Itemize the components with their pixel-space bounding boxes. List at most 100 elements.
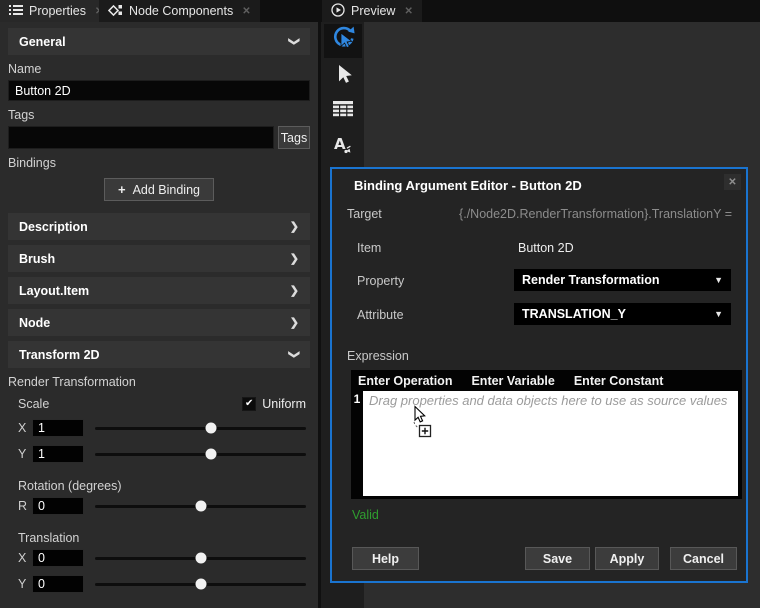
section-node-label: Node — [19, 316, 50, 330]
translation-x-input[interactable] — [32, 549, 84, 567]
cancel-button[interactable]: Cancel — [670, 547, 737, 570]
properties-icon — [9, 4, 23, 19]
translation-label: Translation — [18, 531, 310, 545]
close-icon[interactable]: ✕ — [404, 6, 412, 17]
section-general-label: General — [19, 35, 66, 49]
expression-text-area[interactable]: Drag properties and data objects here to… — [363, 391, 738, 496]
dialog-close-button[interactable]: ✕ — [724, 174, 741, 190]
slider-thumb[interactable] — [206, 449, 217, 460]
rotation-r-input[interactable] — [32, 497, 84, 515]
tab-properties[interactable]: Properties ✕ — [0, 0, 112, 22]
translation-y-input[interactable] — [32, 575, 84, 593]
scale-x-label: X — [18, 421, 32, 435]
interaction-cursor-icon — [331, 25, 355, 57]
name-label: Name — [8, 62, 310, 76]
scale-x-input[interactable] — [32, 419, 84, 437]
uniform-checkbox[interactable]: ✔ — [242, 397, 256, 411]
apply-button[interactable]: Apply — [595, 547, 659, 570]
translation-x-row: X — [18, 549, 310, 567]
section-transform-2d[interactable]: Transform 2D ❯ — [8, 341, 310, 368]
grid-icon — [332, 100, 354, 122]
tags-button[interactable]: Tags — [278, 126, 310, 149]
scale-x-row: X — [18, 419, 310, 437]
preview-play-icon — [331, 3, 345, 20]
chevron-right-icon: ❯ — [290, 284, 299, 297]
uniform-label: Uniform — [262, 397, 306, 411]
slider-thumb[interactable] — [195, 579, 206, 590]
validation-status: Valid — [352, 508, 379, 522]
attribute-dropdown[interactable]: TRANSLATION_Y ▼ — [514, 303, 731, 325]
translation-y-slider[interactable] — [95, 583, 306, 586]
scale-label: Scale — [18, 397, 49, 411]
scale-x-slider[interactable] — [95, 427, 306, 430]
save-button[interactable]: Save — [525, 547, 590, 570]
expression-body: 1 Drag properties and data objects here … — [351, 391, 742, 496]
scale-y-slider[interactable] — [95, 453, 306, 456]
tab-node-components-label: Node Components — [129, 4, 233, 18]
property-dropdown-value: Render Transformation — [522, 273, 660, 287]
property-dropdown[interactable]: Render Transformation ▼ — [514, 269, 731, 291]
line-number: 1 — [351, 391, 363, 496]
slider-thumb[interactable] — [206, 423, 217, 434]
svg-text:A: A — [334, 135, 346, 153]
render-transformation-label: Render Transformation — [8, 375, 310, 389]
rotation-r-row: R — [18, 497, 310, 515]
text-analyze-tool[interactable]: A — [324, 129, 362, 163]
target-label: Target — [347, 207, 382, 221]
name-input[interactable] — [8, 80, 310, 101]
tags-row: Tags — [8, 126, 310, 149]
select-tool[interactable] — [324, 59, 362, 93]
uniform-option[interactable]: ✔ Uniform — [242, 397, 306, 411]
tab-node-components[interactable]: Node Components ✕ — [99, 0, 260, 22]
section-layout-item-label: Layout.Item — [19, 284, 89, 298]
tab-preview[interactable]: Preview ✕ — [322, 0, 422, 22]
section-layout-item[interactable]: Layout.Item ❯ — [8, 277, 310, 304]
arrow-cursor-icon — [333, 63, 353, 90]
grid-tool[interactable] — [324, 94, 362, 128]
tab-preview-label: Preview — [351, 4, 395, 18]
enter-variable-menu-item[interactable]: Enter Variable — [471, 374, 554, 388]
chevron-right-icon: ❯ — [290, 252, 299, 265]
binding-argument-editor-dialog: Binding Argument Editor - Button 2D ✕ Ta… — [330, 167, 748, 583]
slider-thumb[interactable] — [195, 553, 206, 564]
scale-y-label: Y — [18, 447, 32, 461]
section-node[interactable]: Node ❯ — [8, 309, 310, 336]
scale-y-row: Y — [18, 445, 310, 463]
plus-icon: + — [118, 182, 126, 197]
node-components-icon — [108, 3, 123, 20]
scale-y-input[interactable] — [32, 445, 84, 463]
enter-operation-menu-item[interactable]: Enter Operation — [358, 374, 452, 388]
application-window: Properties ✕ Node Components ✕ Previe — [0, 0, 760, 608]
tab-properties-label: Properties — [29, 4, 86, 18]
section-brush[interactable]: Brush ❯ — [8, 245, 310, 272]
item-value: Button 2D — [518, 241, 574, 255]
add-binding-button[interactable]: + Add Binding — [104, 178, 214, 201]
tab-bar: Properties ✕ Node Components ✕ Previe — [0, 0, 760, 22]
chevron-down-icon: ❯ — [288, 350, 301, 359]
translation-x-slider[interactable] — [95, 557, 306, 560]
attribute-dropdown-value: TRANSLATION_Y — [522, 307, 626, 321]
text-tool-icon: A — [332, 133, 354, 160]
help-button[interactable]: Help — [352, 547, 419, 570]
dropdown-caret-icon: ▼ — [714, 309, 723, 319]
property-label: Property — [357, 274, 404, 288]
close-icon[interactable]: ✕ — [242, 6, 250, 17]
rotation-r-slider[interactable] — [95, 505, 306, 508]
add-binding-label: Add Binding — [133, 183, 200, 197]
expression-editor: Enter Operation Enter Variable Enter Con… — [351, 370, 742, 499]
section-description-label: Description — [19, 220, 88, 234]
dropdown-caret-icon: ▼ — [714, 275, 723, 285]
rotation-r-label: R — [18, 499, 32, 513]
properties-panel: General ❯ Name Tags Tags Bindings + Add … — [0, 22, 318, 608]
interaction-mode-tool[interactable] — [324, 24, 362, 58]
section-description[interactable]: Description ❯ — [8, 213, 310, 240]
bindings-label: Bindings — [8, 156, 310, 170]
translation-y-row: Y — [18, 575, 310, 593]
translation-x-label: X — [18, 551, 32, 565]
enter-constant-menu-item[interactable]: Enter Constant — [574, 374, 664, 388]
slider-thumb[interactable] — [195, 501, 206, 512]
section-brush-label: Brush — [19, 252, 55, 266]
section-general[interactable]: General ❯ — [8, 28, 310, 55]
tags-input[interactable] — [8, 126, 274, 149]
expression-label: Expression — [347, 349, 409, 363]
